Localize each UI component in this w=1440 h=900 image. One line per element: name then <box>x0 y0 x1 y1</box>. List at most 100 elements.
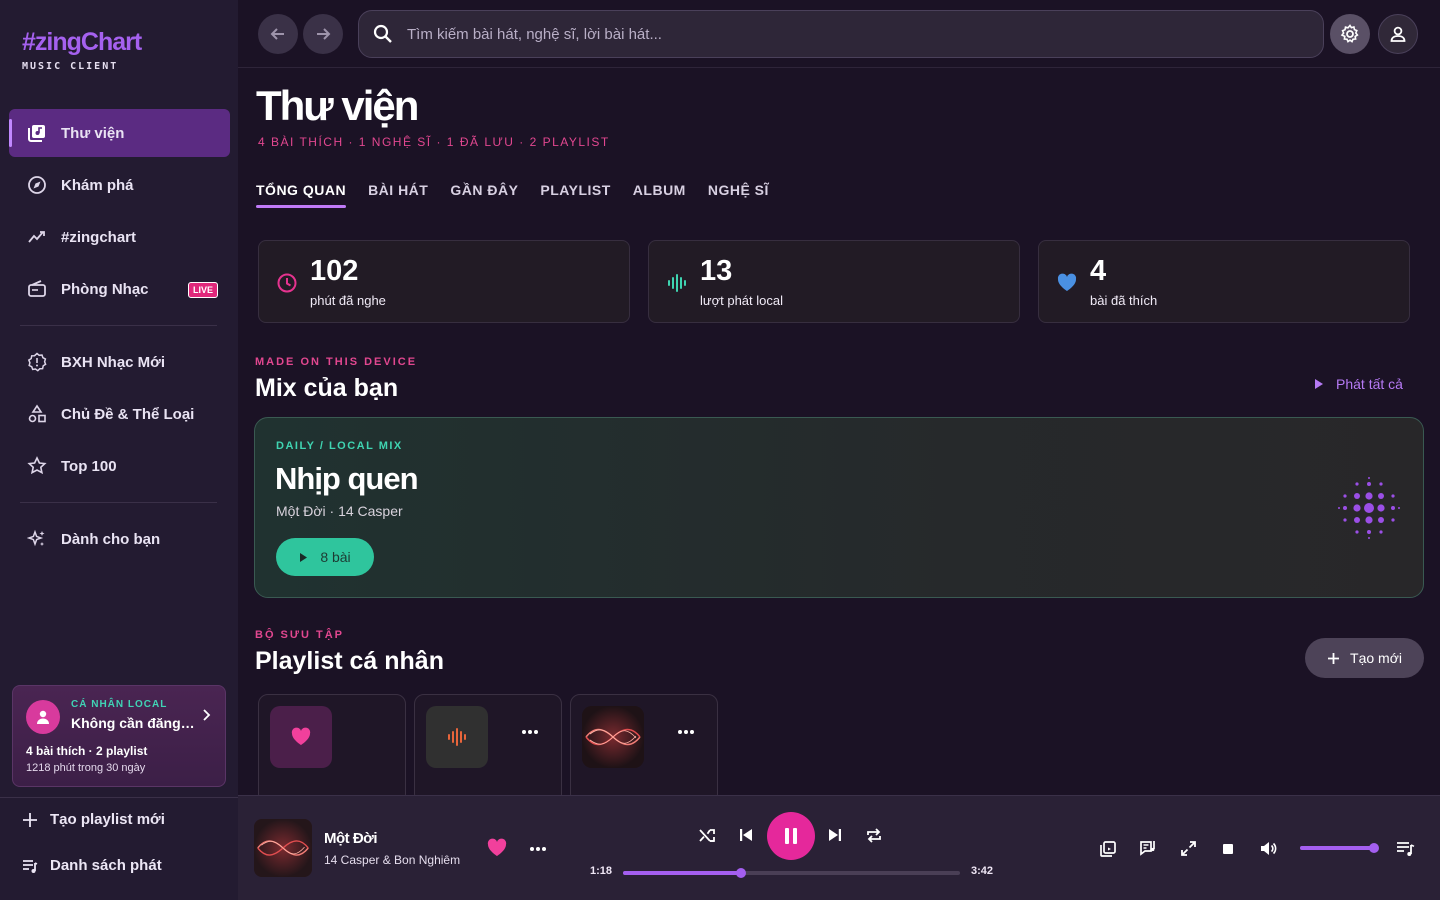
sidebar-item-radio[interactable]: Phòng Nhạc LIVE <box>9 265 230 313</box>
pause-button[interactable] <box>767 812 815 860</box>
sidebar-item-label: BXH Nhạc Mới <box>61 353 166 371</box>
more-icon[interactable] <box>677 729 695 735</box>
pause-icon <box>784 827 798 845</box>
brand-subtitle: MUSIC CLIENT <box>22 61 119 72</box>
brand-title: #zingChart <box>22 28 142 56</box>
sidebar-bottom-divider <box>0 797 238 798</box>
tab-artists[interactable]: NGHỆ SĨ <box>708 182 769 208</box>
sidebar-item-topics[interactable]: Chủ Đề & Thể Loại <box>9 390 230 438</box>
page-title: Thư viện <box>256 82 419 129</box>
queue-button[interactable]: Danh sách phát <box>22 857 162 874</box>
progress-handle[interactable] <box>735 868 746 878</box>
playlist-card-liked[interactable] <box>258 694 406 804</box>
heart-icon[interactable] <box>486 838 508 858</box>
sidebar-divider <box>20 502 217 503</box>
local-profile-card[interactable]: CÁ NHÂN LOCAL Không cần đăng nhập 4 bài … <box>12 685 226 787</box>
duration: 3:42 <box>971 865 994 877</box>
profile-name: Không cần đăng nhập <box>71 715 195 731</box>
mix-section-title: Mix của bạn <box>255 374 399 402</box>
mix-section-tag: MADE ON THIS DEVICE <box>255 356 418 368</box>
tab-album[interactable]: ALBUM <box>633 182 686 208</box>
sidebar-item-new-chart[interactable]: BXH Nhạc Mới <box>9 338 230 386</box>
mix-card-title: Nhịp quen <box>275 461 419 496</box>
heart-icon <box>1056 272 1078 294</box>
chevron-right-icon <box>201 708 211 722</box>
play-icon <box>1314 378 1324 390</box>
create-playlist-button[interactable]: Tạo mới <box>1305 638 1424 678</box>
volume-fill <box>1300 846 1374 850</box>
playlist-thumb <box>270 706 332 768</box>
new-playlist-label: Tạo playlist mới <box>50 811 165 828</box>
tab-songs[interactable]: BÀI HÁT <box>368 182 428 208</box>
user-icon <box>1389 25 1407 43</box>
clock-icon <box>276 272 298 294</box>
live-badge: LIVE <box>187 282 218 298</box>
search-icon <box>373 24 393 44</box>
volume-handle[interactable] <box>1369 843 1379 853</box>
search-input[interactable] <box>407 25 1287 43</box>
stat-value: 102 <box>310 255 359 287</box>
sidebar-item-library[interactable]: Thư viện <box>9 109 230 157</box>
search-bar[interactable] <box>358 10 1324 58</box>
stat-card-plays: 13 lượt phát local <box>648 240 1020 323</box>
sidebar-item-discover[interactable]: Khám phá <box>9 161 230 209</box>
sidebar-item-label: Thư viện <box>61 124 125 142</box>
volume-slider[interactable] <box>1300 843 1379 853</box>
waveform-icon <box>666 272 688 294</box>
forward-button[interactable] <box>303 14 343 54</box>
now-playing-cover-art[interactable] <box>254 819 312 877</box>
queue-list-icon[interactable] <box>1396 841 1415 857</box>
playlist-thumb <box>426 706 488 768</box>
playlist-add-icon[interactable] <box>1099 840 1117 858</box>
progress-bar[interactable] <box>623 868 960 878</box>
playlist-card-custom[interactable] <box>570 694 718 804</box>
now-playing-artist[interactable]: 14 Casper & Bon Nghiêm <box>324 853 460 867</box>
stat-label: bài đã thích <box>1090 293 1158 308</box>
trend-icon <box>27 227 47 247</box>
arrow-right-icon <box>314 25 332 43</box>
back-button[interactable] <box>258 14 298 54</box>
tab-overview[interactable]: TỔNG QUAN <box>256 182 347 208</box>
settings-button[interactable] <box>1330 14 1370 54</box>
next-icon[interactable] <box>827 828 843 842</box>
heart-icon <box>290 727 312 747</box>
now-playing-title[interactable]: Một Đời <box>324 830 377 847</box>
more-icon[interactable] <box>529 846 547 852</box>
volume-icon[interactable] <box>1259 840 1277 857</box>
profile-stats: 4 bài thích · 2 playlist <box>26 744 148 758</box>
tab-playlist[interactable]: PLAYLIST <box>540 182 610 208</box>
repeat-icon[interactable] <box>865 827 883 844</box>
play-all-button[interactable]: Phát tất cả <box>1314 376 1403 392</box>
queue-icon <box>22 858 38 874</box>
stat-value: 13 <box>700 255 733 287</box>
arrow-left-icon <box>269 25 287 43</box>
top-bar <box>238 0 1440 68</box>
profile-tag: CÁ NHÂN LOCAL <box>71 699 168 710</box>
sidebar-item-label: Chủ Đề & Thể Loại <box>61 405 195 423</box>
more-icon[interactable] <box>521 729 539 735</box>
previous-icon[interactable] <box>738 828 754 842</box>
stop-icon[interactable] <box>1223 844 1233 854</box>
playlist-card-local[interactable] <box>414 694 562 804</box>
tab-recent[interactable]: GẦN ĐÂY <box>450 182 518 208</box>
expand-icon[interactable] <box>1180 840 1197 857</box>
lyrics-icon[interactable] <box>1139 839 1158 858</box>
sidebar-item-zingchart[interactable]: #zingchart <box>9 213 230 261</box>
account-button[interactable] <box>1378 14 1418 54</box>
sidebar-item-label: #zingchart <box>61 228 137 246</box>
shuffle-icon[interactable] <box>699 827 716 844</box>
shapes-icon <box>27 404 47 424</box>
library-tabs: TỔNG QUAN BÀI HÁT GẦN ĐÂY PLAYLIST ALBUM… <box>256 182 769 208</box>
sidebar-item-for-you[interactable]: Dành cho bạn <box>9 515 230 563</box>
mix-play-button[interactable]: 8 bài <box>276 538 374 576</box>
brand-logo[interactable]: #zingChart MUSIC CLIENT <box>22 28 142 72</box>
sidebar-item-label: Phòng Nhạc <box>61 280 149 298</box>
dot-pattern-icon <box>1337 476 1401 540</box>
mix-card[interactable]: DAILY / LOCAL MIX Nhịp quen Một Đời · 14… <box>254 417 1424 598</box>
new-playlist-button[interactable]: Tạo playlist mới <box>22 811 165 828</box>
stat-value: 4 <box>1090 255 1107 287</box>
play-icon <box>299 552 308 563</box>
sidebar-item-top100[interactable]: Top 100 <box>9 442 230 490</box>
sidebar-divider <box>20 325 217 326</box>
profile-minutes: 1218 phút trong 30 ngày <box>26 762 146 774</box>
